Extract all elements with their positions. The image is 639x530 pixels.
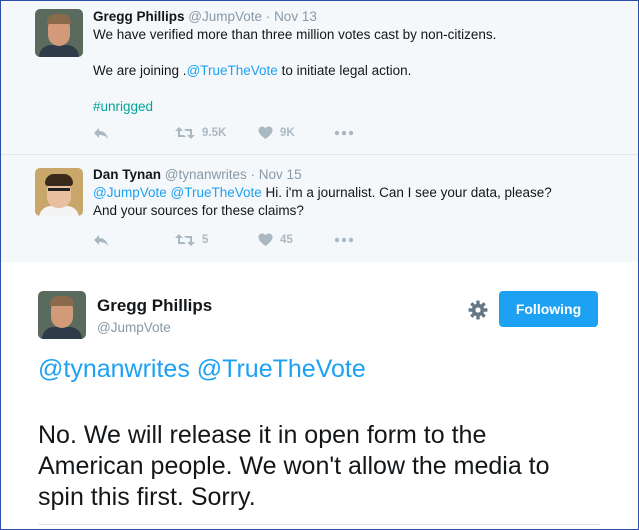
retweet-icon: [175, 127, 195, 139]
tweet-line: No. We will release it in open form to t…: [38, 421, 487, 449]
tweet-text: @JumpVote @TrueTheVote Hi. i'm a journal…: [93, 184, 613, 220]
mention-link[interactable]: @JumpVote: [93, 185, 167, 200]
main-tweet: Gregg Phillips @JumpVote Following @tyna…: [0, 262, 639, 530]
author-name[interactable]: Gregg Phillips: [93, 9, 185, 24]
tweet-dan-tynan[interactable]: Dan Tynan @tynanwrites · Nov 15 @JumpVot…: [0, 156, 639, 261]
tweet-text: We have verified more than three million…: [93, 26, 613, 116]
separator: ·: [265, 9, 271, 24]
tweet-date[interactable]: Nov 15: [259, 167, 302, 182]
text-fragment: to initiate legal action.: [277, 63, 412, 78]
more-button[interactable]: [334, 130, 354, 136]
tweet-line: And your sources for these claims?: [93, 203, 304, 218]
reply-button[interactable]: [93, 233, 109, 247]
more-icon: [334, 237, 354, 243]
tweet-text: No. We will release it in open form to t…: [38, 420, 613, 513]
tweet-actions: 9.5K 9K: [93, 126, 393, 146]
retweet-count: 9.5K: [202, 127, 227, 139]
separator: ·: [250, 167, 256, 182]
avatar[interactable]: [35, 168, 83, 216]
mention-link[interactable]: @TrueTheVote: [187, 63, 278, 78]
tweet-date[interactable]: Nov 13: [274, 9, 317, 24]
tweet-line: We have verified more than three million…: [93, 27, 497, 42]
text-fragment: Hi. i'm a journalist. Can I see your dat…: [261, 185, 552, 200]
tweet-actions: 5 45: [93, 233, 393, 253]
tweet-header: Gregg Phillips @JumpVote · Nov 13: [93, 9, 317, 24]
like-count: 9K: [280, 127, 295, 139]
heart-icon: [258, 126, 273, 139]
more-icon: [334, 130, 354, 136]
heart-icon: [258, 233, 273, 246]
divider: [38, 524, 600, 525]
tweet-line: We are joining .@TrueTheVote to initiate…: [93, 62, 613, 80]
retweet-button[interactable]: 5: [175, 233, 208, 247]
more-button[interactable]: [334, 237, 354, 243]
retweet-button[interactable]: 9.5K: [175, 126, 226, 140]
like-count: 45: [280, 234, 293, 246]
tweet-gregg-phillips[interactable]: Gregg Phillips @JumpVote · Nov 13 We hav…: [0, 0, 639, 155]
reply-button[interactable]: [93, 126, 109, 140]
reply-icon: [94, 128, 108, 139]
retweet-count: 5: [202, 234, 209, 246]
author-name[interactable]: Gregg Phillips: [97, 296, 212, 316]
gear-icon[interactable]: [467, 299, 489, 321]
tweet-line: spin this first. Sorry.: [38, 483, 256, 511]
tweet-line: American people. We won't allow the medi…: [38, 452, 550, 480]
author-handle[interactable]: @tynanwrites: [165, 167, 247, 182]
hashtag-link[interactable]: #unrigged: [93, 98, 613, 116]
author-name[interactable]: Dan Tynan: [93, 167, 161, 182]
like-button[interactable]: 9K: [258, 126, 295, 140]
avatar[interactable]: [38, 291, 86, 339]
like-button[interactable]: 45: [258, 233, 293, 247]
mention-link[interactable]: @TrueTheVote: [171, 185, 262, 200]
retweet-icon: [175, 234, 195, 246]
tweet-header: Dan Tynan @tynanwrites · Nov 15: [93, 167, 302, 182]
author-handle[interactable]: @JumpVote: [188, 9, 262, 24]
following-button[interactable]: Following: [499, 291, 598, 327]
text-fragment: We are joining .: [93, 63, 187, 78]
avatar[interactable]: [35, 9, 83, 57]
reply-icon: [94, 235, 108, 246]
tweet-line: @JumpVote @TrueTheVote Hi. i'm a journal…: [93, 184, 613, 202]
tweet-mentions[interactable]: @tynanwrites @TrueTheVote: [38, 355, 366, 384]
author-handle[interactable]: @JumpVote: [97, 320, 171, 335]
